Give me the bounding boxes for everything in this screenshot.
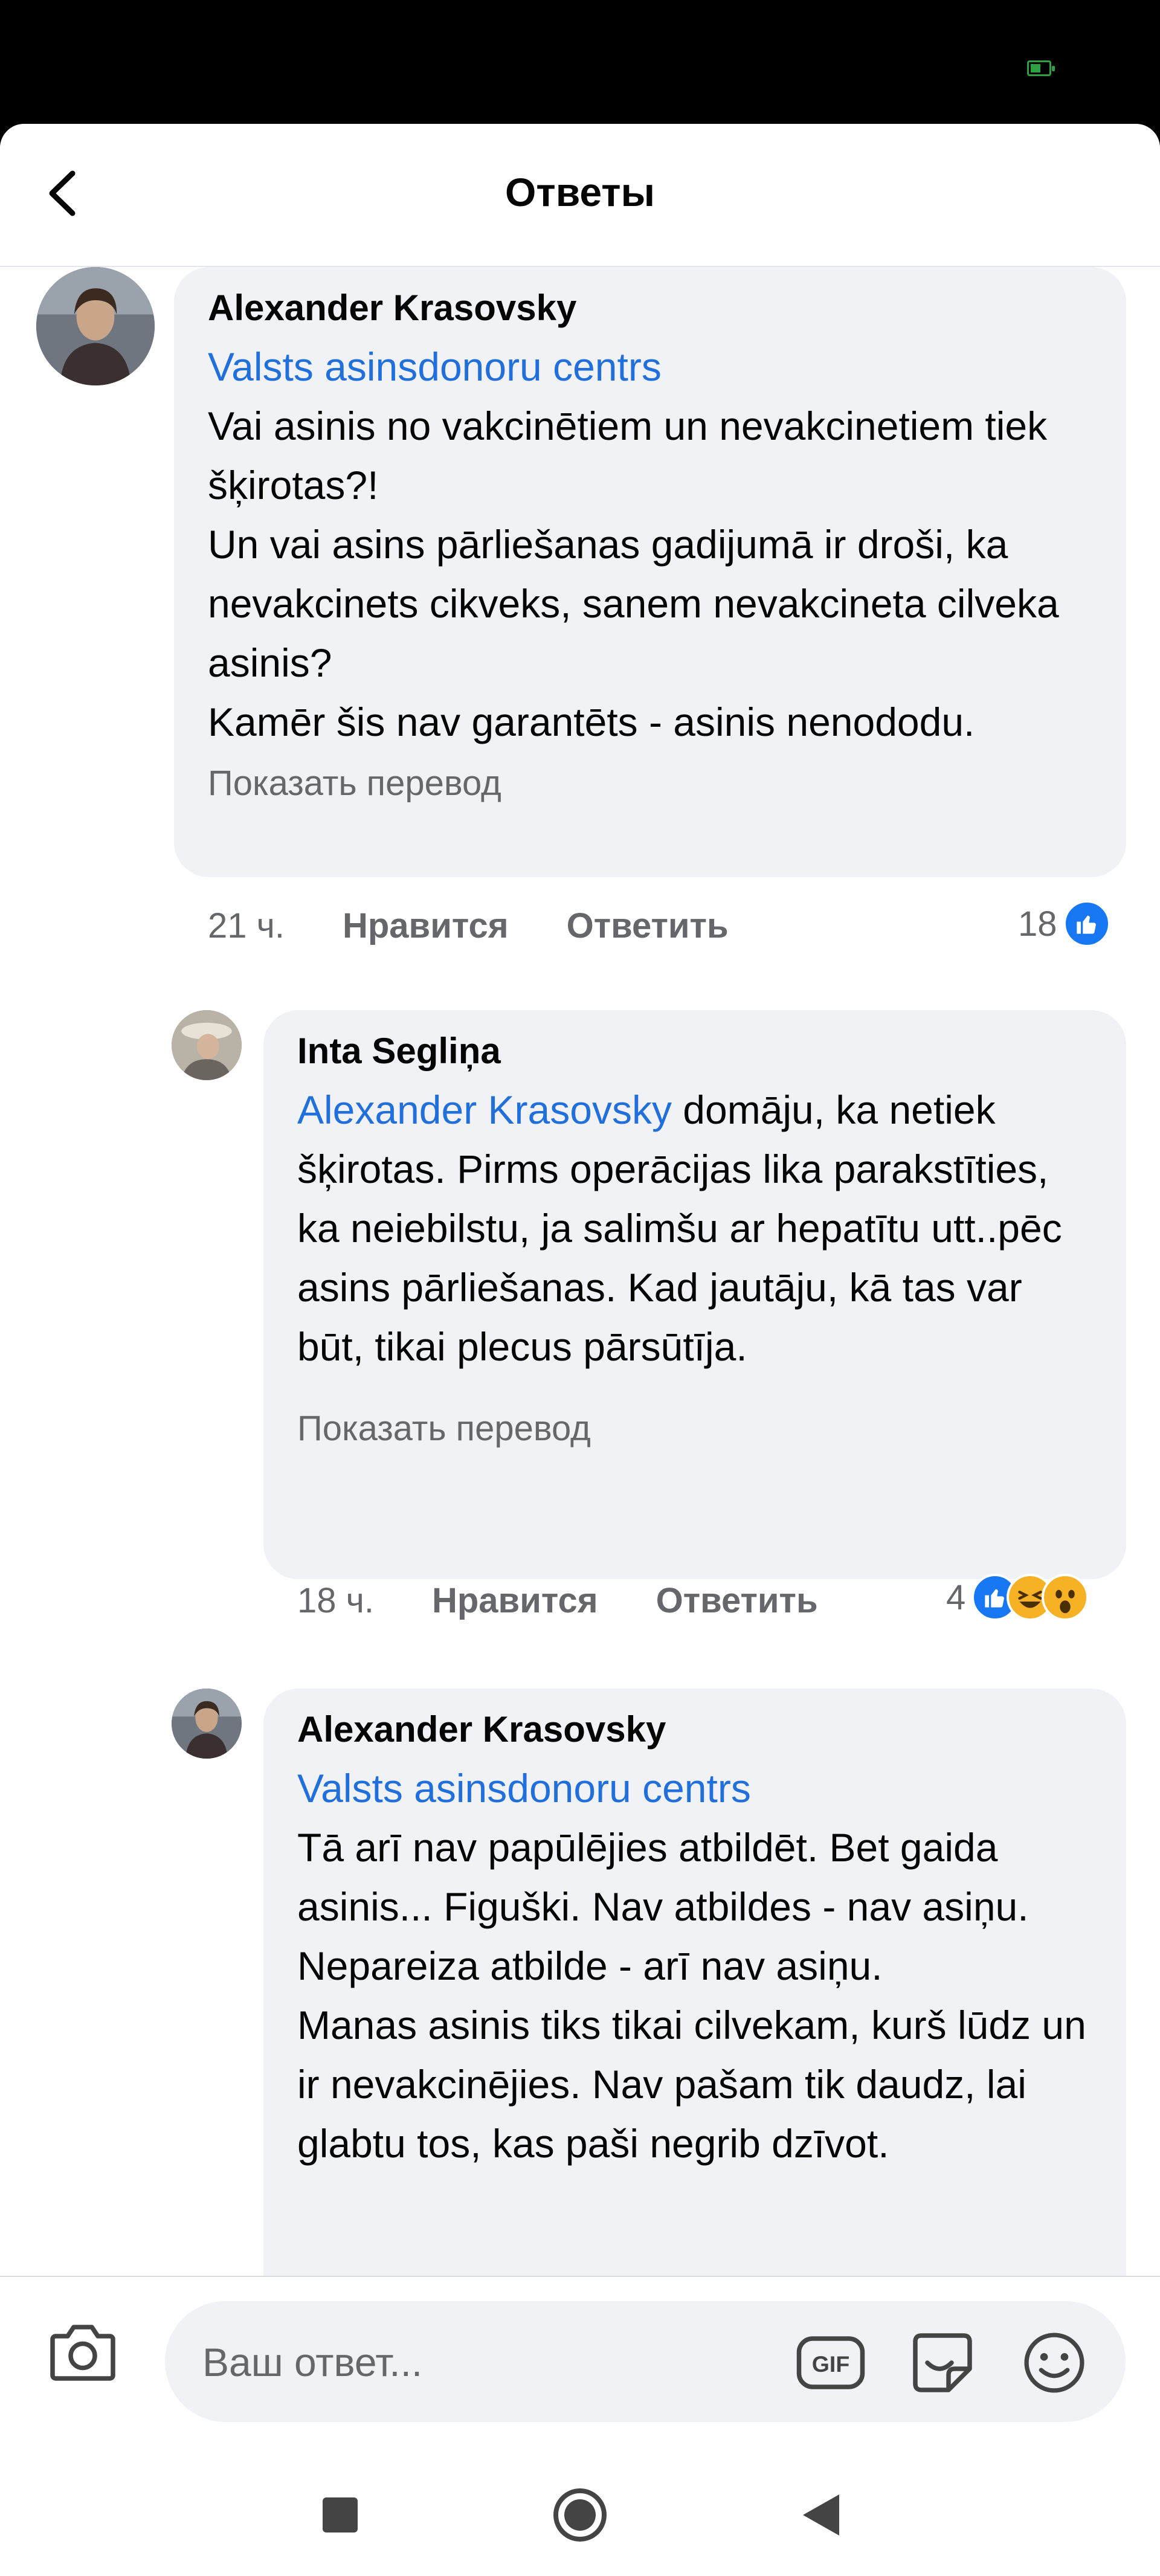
home-button[interactable] xyxy=(547,2482,613,2548)
comment-author[interactable]: Alexander Krasovsky xyxy=(297,1708,1092,1751)
reply-button[interactable]: Ответить xyxy=(656,1580,818,1621)
back-nav-button[interactable] xyxy=(787,2482,854,2548)
battery-icon xyxy=(1027,60,1055,76)
comment-actions: 21 ч. Нравится Ответить xyxy=(208,901,787,950)
like-reaction-icon xyxy=(1063,900,1110,947)
like-button[interactable]: Нравится xyxy=(343,906,509,946)
sticker-button[interactable] xyxy=(905,2325,980,2400)
circle-icon xyxy=(553,2488,607,2542)
page-title: Ответы xyxy=(505,170,655,214)
wow-reaction-icon xyxy=(1042,1574,1089,1621)
header: Ответы xyxy=(0,124,1160,267)
show-translation-link[interactable]: Показать перевод xyxy=(297,1408,1092,1450)
mention-link[interactable]: Alexander Krasovsky xyxy=(297,1087,672,1132)
gif-icon: GIF xyxy=(796,2336,865,2389)
svg-text:GIF: GIF xyxy=(812,2351,850,2377)
square-icon xyxy=(323,2497,358,2533)
comment-bubble: Alexander Krasovsky Valsts asinsdonoru c… xyxy=(174,267,1126,877)
avatar[interactable] xyxy=(172,1689,242,1759)
comment-bubble: Inta Segliņa Alexander Krasovsky domāju,… xyxy=(263,1010,1126,1579)
reply-composer: GIF xyxy=(0,2276,1160,2449)
mention-link[interactable]: Valsts asinsdonoru centrs xyxy=(297,1759,1092,1818)
comment-text: Alexander Krasovsky domāju, ka netiek šķ… xyxy=(297,1087,1062,1369)
comment-actions: 18 ч. Нравится Ответить xyxy=(297,1576,876,1624)
emoji-button[interactable] xyxy=(1017,2325,1092,2400)
avatar[interactable] xyxy=(172,1010,242,1080)
avatar[interactable] xyxy=(36,267,155,385)
reaction-count: 18 xyxy=(1018,904,1057,944)
comment-time: 21 ч. xyxy=(208,906,285,945)
reaction-count: 4 xyxy=(946,1577,966,1617)
comment-text: Valsts asinsdonoru centrs Tā arī nav pap… xyxy=(297,1759,1092,2173)
comment-thread: Alexander Krasovsky Valsts asinsdonoru c… xyxy=(0,267,1160,2406)
reply-input[interactable] xyxy=(201,2301,808,2423)
replies-sheet: Ответы Alexander Krasovsky Valsts asinsd… xyxy=(0,124,1160,2576)
reactions[interactable]: 18 xyxy=(1018,900,1110,947)
comment-time: 18 ч. xyxy=(297,1580,374,1620)
comment-author[interactable]: Alexander Krasovsky xyxy=(208,286,1092,330)
camera-button[interactable] xyxy=(44,2312,122,2391)
smiley-icon xyxy=(1024,2333,1084,2393)
comment-text: Valsts asinsdonoru centrs Vai asinis no … xyxy=(208,337,1092,752)
show-translation-link[interactable]: Показать перевод xyxy=(208,762,1092,805)
reactions[interactable]: 4 xyxy=(946,1574,1089,1621)
gif-button[interactable]: GIF xyxy=(793,2325,868,2400)
triangle-icon xyxy=(803,2494,839,2536)
mention-link[interactable]: Valsts asinsdonoru centrs xyxy=(208,337,1092,396)
reply-button[interactable]: Ответить xyxy=(567,906,729,946)
system-nav-bar xyxy=(0,2448,1160,2576)
like-button[interactable]: Нравится xyxy=(432,1580,598,1621)
camera-icon xyxy=(50,2325,115,2381)
status-bar xyxy=(0,0,1160,130)
sticker-icon xyxy=(913,2333,972,2392)
reply-input-wrapper: GIF xyxy=(165,2301,1126,2423)
recents-button[interactable] xyxy=(307,2482,373,2548)
comment-author[interactable]: Inta Segliņa xyxy=(297,1029,1092,1073)
